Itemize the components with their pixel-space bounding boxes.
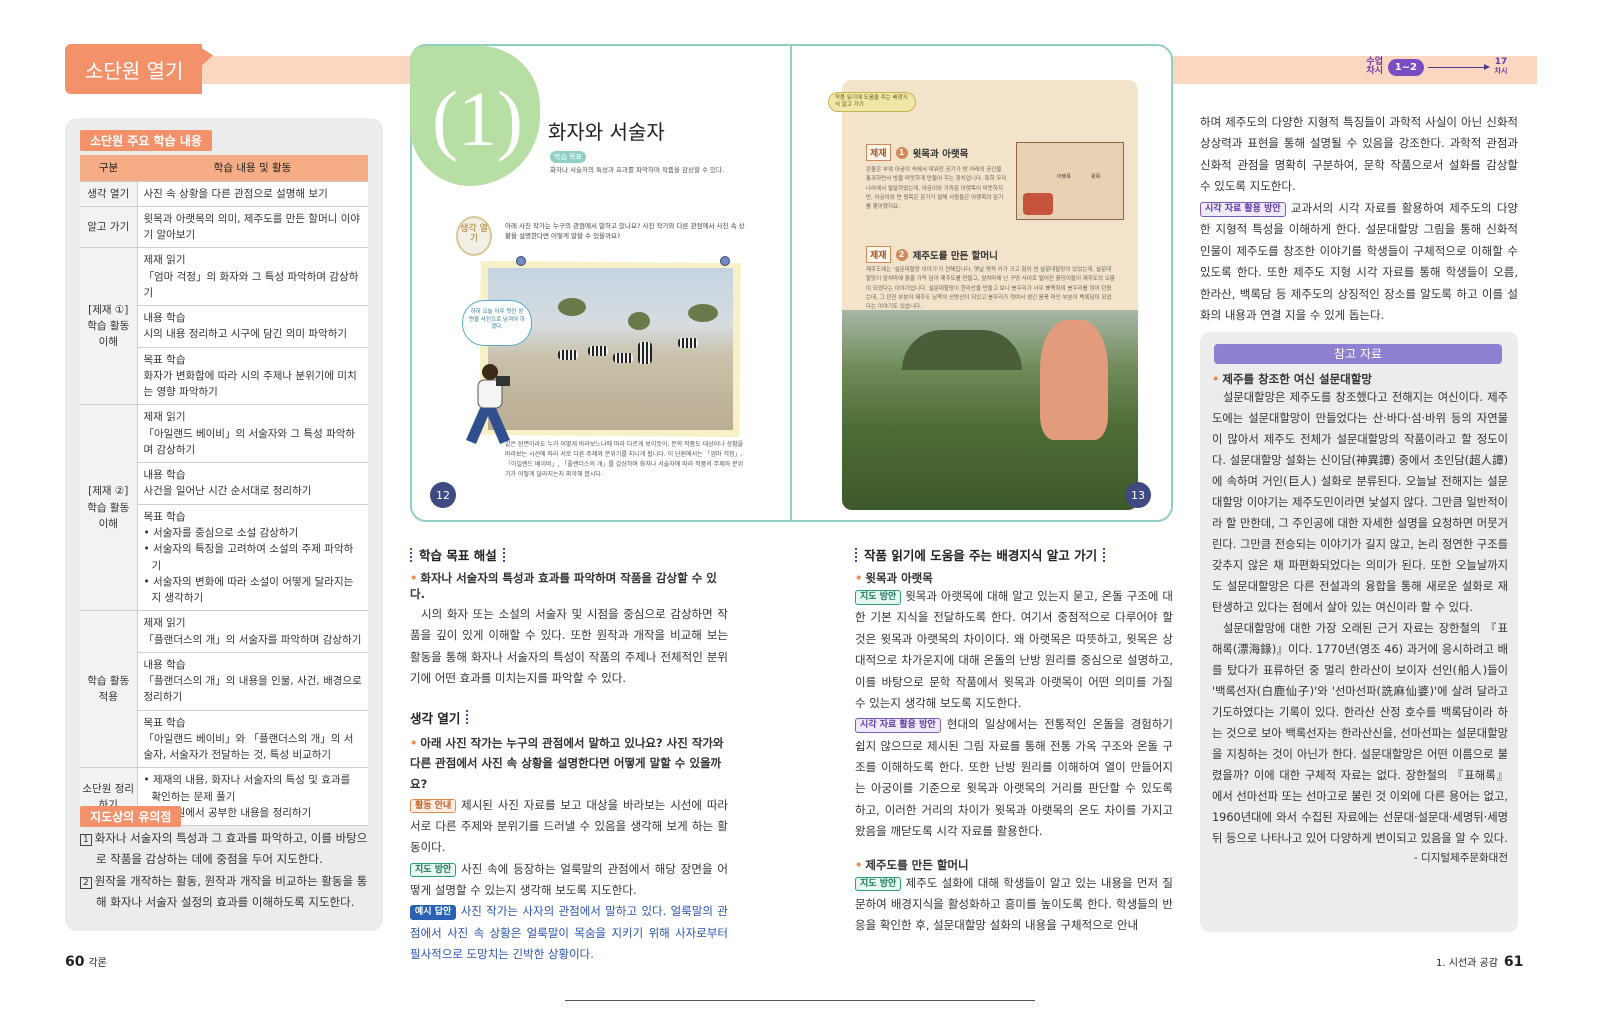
table-cell: 목표 학습 화자가 변화함에 따라 시의 주제나 분위기에 미치는 영향 파악하기 bbox=[137, 347, 368, 406]
table-row: [제재 ①] 학습 활동 이해 제재 읽기 「엄마 걱정」의 화자와 그 특성 파… bbox=[80, 247, 368, 406]
lesson-range: 1~2 bbox=[1387, 58, 1424, 76]
lesson-start-label: 수업 차시 bbox=[1366, 57, 1383, 76]
ondol-illustration: 아랫목 윗목 bbox=[1016, 142, 1124, 220]
table-cell: 사진 속 상황을 다른 관점으로 설명해 보기 bbox=[137, 181, 368, 207]
paragraph: 설문대할망에 대한 가장 오래된 근거 자료는 장한철의 『표해록(漂海錄)』이… bbox=[1212, 622, 1508, 845]
safari-photo bbox=[488, 268, 733, 430]
summary-title: 소단원 주요 학습 내용 bbox=[80, 130, 212, 151]
section-subheading: 화자나 서술자의 특성과 효과를 파악하며 작품을 감상할 수 있다. bbox=[410, 570, 728, 602]
table-cell: 생각 열기 bbox=[80, 181, 138, 207]
table-cell: 학습 활동 적용 bbox=[80, 610, 138, 769]
section-tag: 소단원 열기 bbox=[65, 44, 202, 94]
paragraph: 설문대할망은 제주도를 창조했다고 전해지는 여신이다. 제주도에는 설문대할망… bbox=[1212, 391, 1508, 614]
goal-text: 화자나 서술자의 특성과 효과를 파악하며 작품을 감상할 수 있다. bbox=[550, 166, 725, 174]
notes-title: 지도상의 유의점 bbox=[80, 806, 182, 827]
table-cell: [제재 ①] 학습 활동 이해 bbox=[80, 247, 138, 406]
table-cell: 내용 학습 「플랜더스의 개」의 내용을 인물, 사건, 배경으로 정리하기 bbox=[137, 652, 368, 711]
book-title: 화자와 서술자 bbox=[548, 120, 665, 144]
lesson-progress: 수업 차시 1~2 17 차시 bbox=[1366, 58, 1510, 76]
table-cell: 내용 학습 시의 내용 정리하고 시구에 담긴 의미 파악하기 bbox=[137, 305, 368, 348]
paragraph: 지도 방안 사진 속에 등장하는 얼룩말의 관점에서 해당 장면을 어떻게 설명… bbox=[410, 861, 728, 898]
table-header: 학습 내용 및 활동 bbox=[137, 155, 368, 182]
paragraph: 시각 자료 활용 방안 현대의 일상에서는 전통적인 온돌을 경험하기 쉽지 않… bbox=[855, 717, 1174, 839]
reference-title: 참고 자료 bbox=[1214, 344, 1502, 364]
paragraph: 예시 답안 사진 작가는 사자의 관점에서 말하고 있다. 얼룩말의 관점에서 … bbox=[410, 904, 728, 962]
table-cell: 알고 가기 bbox=[80, 206, 138, 249]
paragraph: 활동 안내 제시된 사진 자료를 보고 대상을 바라보는 시선에 따라 서로 다… bbox=[410, 797, 728, 855]
reference-source: - 디지털제주문화대전 bbox=[1413, 852, 1508, 864]
footer-right: 1. 시선과 공감 61 bbox=[1436, 954, 1524, 970]
section-subheading: 아래 사진 작가는 누구의 관점에서 말하고 있나요? 사진 작가와 다른 관점… bbox=[410, 733, 728, 795]
table-row: 학습 활동 적용 제재 읽기 「플랜더스의 개」의 서술자를 파악하며 감상하기 bbox=[80, 610, 368, 769]
topic2-head: 제재 2 제주도를 만든 할머니 bbox=[866, 246, 998, 263]
footer-left: 60 각론 bbox=[65, 954, 107, 970]
table-header-row: 구분 학습 내용 및 활동 bbox=[80, 155, 368, 182]
goal-chip: 학습 목표 bbox=[550, 151, 586, 163]
book-caption: 같은 장면이라도 누가 어떻게 바라보느냐에 따라 다르게 보이듯이, 문학 작… bbox=[505, 441, 744, 478]
photographer-illustration bbox=[466, 364, 510, 444]
grandmother-illustration bbox=[1040, 320, 1108, 440]
continuation-paragraph: 하며 제주도의 다양한 지형적 특징들이 과학적 사실이 아닌 신화적 상상력과… bbox=[1200, 115, 1518, 194]
bottom-rule bbox=[565, 1000, 1035, 1001]
pin-icon bbox=[720, 256, 730, 266]
paragraph: 지도 방안 제주도 설화에 대해 학생들이 알고 있는 내용을 먼저 질문하여 … bbox=[855, 875, 1174, 933]
table-cell: 제재 읽기 「아일랜드 베이비」의 서술자와 그 특성 파악하며 감상하기 bbox=[137, 404, 368, 464]
note-item: 2 원작을 개작하는 활동, 원작과 개작을 비교하는 활동을 통해 화자나 서술… bbox=[80, 871, 372, 914]
book-fold bbox=[790, 44, 792, 522]
speech-bubble: 하하 오늘 아주 멋진 장면을 사진으로 남겨야 하겠다. bbox=[462, 300, 532, 346]
table-row: [제재 ②] 학습 활동 이해 제재 읽기 「아일랜드 베이비」의 서술자와 그 … bbox=[80, 404, 368, 612]
book-question: 아래 사진 작가는 누구의 관점에서 말하고 있나요? 사진 작가와 다른 관점… bbox=[505, 222, 745, 241]
section-heading: 작품 읽기에 도움을 주는 배경지식 알고 가기 bbox=[855, 545, 1173, 564]
note-item: 1 화자나 서술자의 특성과 그 효과를 파악하고, 이를 바탕으로 작품을 감상… bbox=[80, 828, 372, 871]
notes-list: 1 화자나 서술자의 특성과 그 효과를 파악하고, 이를 바탕으로 작품을 감상… bbox=[80, 828, 372, 913]
pin-icon bbox=[516, 256, 526, 266]
section-heading: 생각 열기 bbox=[410, 708, 728, 727]
table-cell: 목표 학습 「아일랜드 베이비」와 「플랜더스의 개」의 서술자, 서술자가 전달… bbox=[137, 710, 368, 769]
page-number-right: 13 bbox=[1125, 482, 1151, 508]
topic2-body: 제주도에는 '설문대할망 이야기'가 전해집니다. 옛날 옛적 키가 크고 힘이… bbox=[866, 267, 1115, 311]
paragraph: 지도 방안 윗목과 아랫목에 대해 알고 있는지 묻고, 온돌 구조에 대한 기… bbox=[855, 589, 1173, 710]
table-cell: 제재 읽기 「플랜더스의 개」의 서술자를 파악하며 감상하기 bbox=[137, 610, 368, 653]
table-row: 생각 열기 사진 속 상황을 다른 관점으로 설명해 보기 bbox=[80, 181, 368, 207]
topic1-body: 온돌은 부엌 아궁이 속에서 데워진 공기가 방 아래의 공간을 통과하면서 방… bbox=[866, 167, 1007, 211]
think-badge: 생각 열기 bbox=[456, 216, 492, 256]
table-cell: 윗목과 아랫목의 의미, 제주도를 만든 할머니 이야기 알아보기 bbox=[137, 206, 368, 249]
table-row: 알고 가기 윗목과 아랫목의 의미, 제주도를 만든 할머니 이야기 알아보기 bbox=[80, 206, 368, 249]
table-cell: [제재 ②] 학습 활동 이해 bbox=[80, 404, 138, 612]
reference-body: 제주를 창조한 여신 설문대할망 설문대할망은 제주도를 창조했다고 전해지는 … bbox=[1212, 371, 1508, 869]
column-background-knowledge: 작품 읽기에 도움을 주는 배경지식 알고 가기 윗목과 아랫목 지도 방안 윗… bbox=[855, 545, 1173, 937]
topic1-head: 제재 1 윗목과 아랫목 bbox=[866, 144, 968, 161]
table-cell: 내용 학습 사건을 일어난 시간 순서대로 정리하기 bbox=[137, 462, 368, 505]
paragraph: 시각 자료 활용 방안 교과서의 시각 자료를 활용하여 제주도의 다양한 지형… bbox=[1200, 201, 1519, 322]
background-banner: 작품 읽기에 도움을 주는 배경지식 알고 가기 bbox=[828, 92, 916, 112]
lesson-end: 17 차시 bbox=[1494, 57, 1508, 75]
paragraph: 시의 화자 또는 소설의 서술자 및 시점을 중심으로 감상하면 작품을 깊이 … bbox=[410, 607, 728, 686]
arrow-right-icon bbox=[1428, 63, 1490, 70]
summary-table: 구분 학습 내용 및 활동 생각 열기 사진 속 상황을 다른 관점으로 설명해… bbox=[80, 155, 368, 827]
section-subheading: 윗목과 아랫목 bbox=[855, 570, 1173, 586]
section-subheading: 제주도를 만든 할머니 bbox=[855, 857, 1173, 873]
column-learning-goal: 학습 목표 해설 화자나 서술자의 특성과 효과를 파악하며 작품을 감상할 수… bbox=[410, 545, 728, 966]
table-cell: 목표 학습 • 서술자를 중심으로 소설 감상하기 • 서술자의 특징을 고려하… bbox=[137, 504, 368, 612]
table-cell: 제재 읽기 「엄마 걱정」의 화자와 그 특성 파악하며 감상하기 bbox=[137, 247, 368, 307]
table-header: 구분 bbox=[80, 155, 137, 182]
chapter-number: (1) bbox=[432, 75, 523, 162]
reference-subheading: 제주를 창조한 여신 설문대할망 bbox=[1212, 371, 1508, 387]
section-heading: 학습 목표 해설 bbox=[410, 545, 728, 564]
page-number-left: 12 bbox=[430, 482, 456, 508]
